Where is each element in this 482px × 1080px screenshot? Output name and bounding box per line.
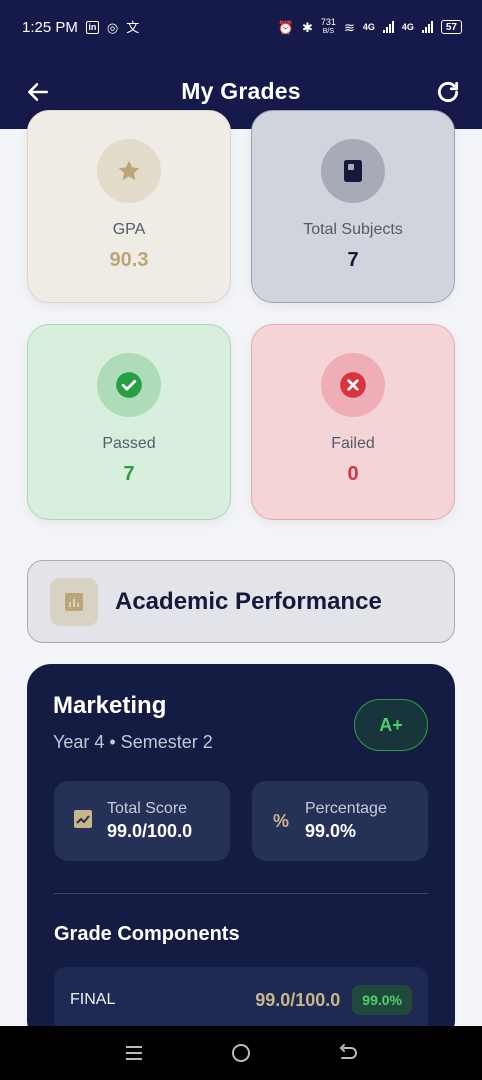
component-percentage-badge: 99.0% bbox=[352, 985, 412, 1015]
percentage-value: 99.0% bbox=[305, 821, 357, 841]
star-icon bbox=[118, 160, 140, 181]
total-subjects-label: Total Subjects bbox=[303, 221, 403, 238]
back-arrow-icon bbox=[339, 1044, 358, 1059]
bluetooth-icon: ✱ bbox=[302, 19, 313, 35]
linkedin-icon: in bbox=[85, 20, 99, 34]
status-bar: 1:25 PM in ◎ 文 ⏰ ✱ 731 B/S ≋ 4G 4G 57 bbox=[0, 0, 482, 54]
percentage-label: Percentage bbox=[305, 800, 387, 817]
network-type-1: 4G bbox=[362, 22, 375, 32]
check-circle-icon bbox=[116, 372, 142, 398]
failed-card: Failed 0 bbox=[251, 324, 455, 520]
arrow-left-icon bbox=[28, 83, 48, 101]
percentage-box: % Percentage 99.0% bbox=[252, 781, 428, 861]
total-score-box: Total Score 99.0/100.0 bbox=[54, 781, 230, 861]
subject-card[interactable]: Marketing Year 4 • Semester 2 A+ Total S… bbox=[27, 664, 455, 1044]
x-circle-icon bbox=[340, 372, 366, 398]
total-subjects-icon-circle bbox=[321, 139, 385, 203]
network-type-2: 4G bbox=[401, 22, 414, 32]
grade-component-row: FINAL 99.0/100.0 99.0% bbox=[54, 967, 428, 1033]
score-icon bbox=[71, 809, 95, 834]
instagram-icon: ◎ bbox=[106, 19, 119, 35]
page-title: My Grades bbox=[181, 78, 301, 104]
failed-icon-circle bbox=[321, 353, 385, 417]
gpa-icon-circle bbox=[97, 139, 161, 203]
book-icon bbox=[344, 160, 362, 182]
system-back-button[interactable] bbox=[328, 1033, 368, 1073]
passed-value: 7 bbox=[123, 463, 135, 485]
academic-performance-header: Academic Performance bbox=[27, 560, 455, 643]
net-speed: 731 B/S bbox=[320, 17, 336, 36]
total-score-label: Total Score bbox=[107, 800, 188, 817]
refresh-icon bbox=[437, 81, 459, 103]
signal-icon bbox=[382, 21, 394, 33]
alarm-icon: ⏰ bbox=[277, 19, 294, 35]
grade-badge: A+ bbox=[354, 699, 428, 751]
passed-card: Passed 7 bbox=[27, 324, 231, 520]
menu-icon bbox=[125, 1046, 142, 1060]
gpa-label: GPA bbox=[112, 221, 146, 238]
failed-label: Failed bbox=[331, 435, 375, 452]
passed-icon-circle bbox=[97, 353, 161, 417]
wifi-icon: ≋ bbox=[343, 19, 355, 35]
back-button[interactable] bbox=[22, 76, 54, 108]
recents-button[interactable] bbox=[114, 1033, 154, 1073]
section-title: Academic Performance bbox=[115, 587, 382, 615]
home-circle-icon bbox=[231, 1044, 250, 1062]
component-name: FINAL bbox=[70, 991, 116, 1008]
home-button[interactable] bbox=[221, 1033, 261, 1073]
failed-value: 0 bbox=[347, 463, 359, 485]
app-notification-icon: 文 bbox=[126, 19, 140, 35]
gpa-card: GPA 90.3 bbox=[27, 110, 231, 303]
component-score: 99.0/100.0 bbox=[255, 989, 341, 1010]
system-nav-bar bbox=[0, 1026, 482, 1080]
total-subjects-card: Total Subjects 7 bbox=[251, 110, 455, 303]
gpa-value: 90.3 bbox=[109, 249, 149, 271]
passed-label: Passed bbox=[102, 435, 156, 452]
grade-components-title: Grade Components bbox=[54, 923, 240, 945]
signal-icon bbox=[421, 21, 433, 33]
percent-icon: % bbox=[272, 810, 289, 831]
refresh-button[interactable] bbox=[432, 76, 464, 108]
chart-icon bbox=[65, 592, 83, 611]
total-subjects-value: 7 bbox=[347, 249, 359, 271]
battery-icon: 57 bbox=[440, 20, 462, 34]
total-score-value: 99.0/100.0 bbox=[107, 821, 193, 841]
section-icon-box bbox=[50, 577, 98, 626]
status-time: 1:25 PM bbox=[22, 18, 78, 36]
divider bbox=[54, 893, 428, 894]
